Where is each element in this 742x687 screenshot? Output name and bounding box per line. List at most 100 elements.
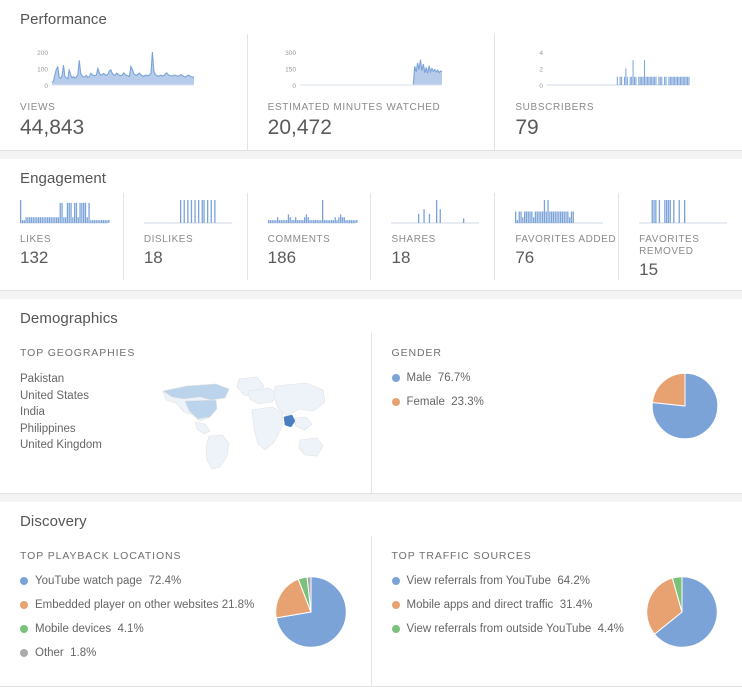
top-playback-locations-pane: TOP PLAYBACK LOCATIONS YouTube watch pag… <box>0 536 371 686</box>
favorites-added-sparkline <box>495 197 618 231</box>
metric-value-shares: 18 <box>371 248 494 268</box>
engagement-cards: LIKES 132 DISLIKES 18 COMMENTS 186 SHARE… <box>0 193 742 290</box>
metric-card-favorites-removed[interactable]: FAVORITES REMOVED 15 <box>618 193 742 280</box>
gender-legend: Male 76.7% Female 23.3% <box>372 365 647 419</box>
metric-card-subscribers[interactable]: 420 SUBSCRIBERS 79 <box>494 34 742 150</box>
discovery-panes: TOP PLAYBACK LOCATIONS YouTube watch pag… <box>0 536 742 686</box>
legend-color-dot <box>20 625 28 633</box>
svg-text:300: 300 <box>285 50 296 57</box>
dislikes-sparkline <box>124 197 247 231</box>
minutes-watched-sparkline: 300 150 0 <box>248 46 495 94</box>
subscribers-sparkline: 420 <box>495 46 742 94</box>
svg-text:200: 200 <box>37 50 48 57</box>
legend-color-dot <box>392 398 400 406</box>
section-divider <box>0 494 742 502</box>
metric-label-favorites-removed: FAVORITES REMOVED <box>619 234 742 258</box>
performance-title: Performance <box>0 0 742 34</box>
list-item[interactable]: Pakistan <box>20 371 102 388</box>
legend-color-dot <box>20 577 28 585</box>
demographics-title: Demographics <box>0 299 742 333</box>
top-geographies-pane: TOP GEOGRAPHIES Pakistan United States I… <box>0 333 371 493</box>
discovery-section: Discovery TOP PLAYBACK LOCATIONS YouTube… <box>0 502 742 687</box>
traffic-legend: View referrals from YouTube 64.2% Mobile… <box>372 568 641 646</box>
list-item[interactable]: Philippines <box>20 421 102 438</box>
legend-item[interactable]: Female 23.3% <box>392 395 647 410</box>
metric-value-views: 44,843 <box>0 116 247 140</box>
playback-content: YouTube watch page 72.4% Embedded player… <box>0 568 371 670</box>
legend-item[interactable]: Mobile apps and direct traffic 31.4% <box>392 598 641 613</box>
metric-label-comments: COMMENTS <box>248 234 371 246</box>
gender-title: GENDER <box>372 333 742 365</box>
section-divider <box>0 291 742 299</box>
list-item[interactable]: India <box>20 404 102 421</box>
metric-card-favorites-added[interactable]: FAVORITES ADDED 76 <box>494 193 618 280</box>
geography-list: Pakistan United States India Philippines… <box>0 365 102 454</box>
metric-label-shares: SHARES <box>371 234 494 246</box>
svg-text:0: 0 <box>292 83 296 90</box>
legend-item-label: Mobile devices 4.1% <box>35 622 144 637</box>
metric-label-likes: LIKES <box>0 234 123 246</box>
svg-text:150: 150 <box>285 67 296 74</box>
legend-color-dot <box>20 649 28 657</box>
svg-text:0: 0 <box>44 83 48 90</box>
traffic-content: View referrals from YouTube 64.2% Mobile… <box>372 568 742 659</box>
top-geographies-title: TOP GEOGRAPHIES <box>0 333 371 365</box>
metric-label-dislikes: DISLIKES <box>124 234 247 246</box>
metric-card-views[interactable]: 2001000 VIEWS 44,843 <box>0 34 247 150</box>
legend-item-label: Female 23.3% <box>407 395 484 410</box>
legend-item-label: View referrals from YouTube 64.2% <box>407 574 590 589</box>
demographics-panes: TOP GEOGRAPHIES Pakistan United States I… <box>0 333 742 493</box>
metric-value-comments: 186 <box>248 248 371 268</box>
legend-color-dot <box>392 601 400 609</box>
top-traffic-sources-title: TOP TRAFFIC SOURCES <box>372 536 742 568</box>
legend-color-dot <box>392 577 400 585</box>
section-divider <box>0 151 742 159</box>
traffic-pie-chart <box>640 568 742 659</box>
legend-color-dot <box>20 601 28 609</box>
svg-text:4: 4 <box>540 50 544 57</box>
legend-item[interactable]: View referrals from outside YouTube 4.4% <box>392 622 641 637</box>
metric-card-comments[interactable]: COMMENTS 186 <box>247 193 371 280</box>
playback-pie-chart <box>269 568 371 659</box>
views-sparkline: 200 100 0 <box>0 46 247 94</box>
legend-item[interactable]: Mobile devices 4.1% <box>20 622 269 637</box>
analytics-dashboard: Performance 2001000 VIEWS 44,843 3001500… <box>0 0 742 654</box>
legend-item[interactable]: Embedded player on other websites 21.8% <box>20 598 269 613</box>
gender-content: Male 76.7% Female 23.3% <box>372 365 742 450</box>
metric-label-subscribers: SUBSCRIBERS <box>495 102 742 113</box>
discovery-title: Discovery <box>0 502 742 536</box>
svg-text:100: 100 <box>37 67 48 74</box>
svg-text:0: 0 <box>540 83 544 90</box>
metric-label-estimated-minutes-watched: ESTIMATED MINUTES WATCHED <box>248 102 495 113</box>
legend-item[interactable]: Male 76.7% <box>392 371 647 386</box>
performance-cards: 2001000 VIEWS 44,843 3001500 ESTIMATED M… <box>0 34 742 150</box>
legend-item-label: Male 76.7% <box>407 371 471 386</box>
engagement-title: Engagement <box>0 159 742 193</box>
metric-card-likes[interactable]: LIKES 132 <box>0 193 123 280</box>
favorites-removed-sparkline <box>619 197 742 231</box>
gender-pie-chart <box>646 365 742 450</box>
legend-item-label: YouTube watch page 72.4% <box>35 574 181 589</box>
metric-card-estimated-minutes-watched[interactable]: 300 150 0 ESTIMATED MINUTES WATCHED 20,472 <box>247 34 495 150</box>
legend-item-label: View referrals from outside YouTube 4.4% <box>407 622 624 637</box>
legend-item-label: Mobile apps and direct traffic 31.4% <box>407 598 593 613</box>
metric-value-subscribers: 79 <box>495 116 742 140</box>
gender-pane: GENDER Male 76.7% Female 23.3% <box>371 333 742 493</box>
list-item[interactable]: United States <box>20 388 102 405</box>
metric-value-dislikes: 18 <box>124 248 247 268</box>
metric-value-estimated-minutes-watched: 20,472 <box>248 116 495 140</box>
likes-sparkline <box>0 197 123 231</box>
legend-item[interactable]: View referrals from YouTube 64.2% <box>392 574 641 589</box>
top-geographies-content: Pakistan United States India Philippines… <box>0 365 371 477</box>
metric-value-likes: 132 <box>0 248 123 268</box>
engagement-section: Engagement LIKES 132 DISLIKES 18 COMMENT… <box>0 159 742 291</box>
metric-value-favorites-added: 76 <box>495 248 618 268</box>
metric-card-shares[interactable]: SHARES 18 <box>370 193 494 280</box>
top-traffic-sources-pane: TOP TRAFFIC SOURCES View referrals from … <box>371 536 742 686</box>
world-map <box>102 365 371 477</box>
metric-card-dislikes[interactable]: DISLIKES 18 <box>123 193 247 280</box>
legend-item[interactable]: YouTube watch page 72.4% <box>20 574 269 589</box>
metric-label-favorites-added: FAVORITES ADDED <box>495 234 618 246</box>
performance-section: Performance 2001000 VIEWS 44,843 3001500… <box>0 0 742 151</box>
list-item[interactable]: United Kingdom <box>20 437 102 454</box>
